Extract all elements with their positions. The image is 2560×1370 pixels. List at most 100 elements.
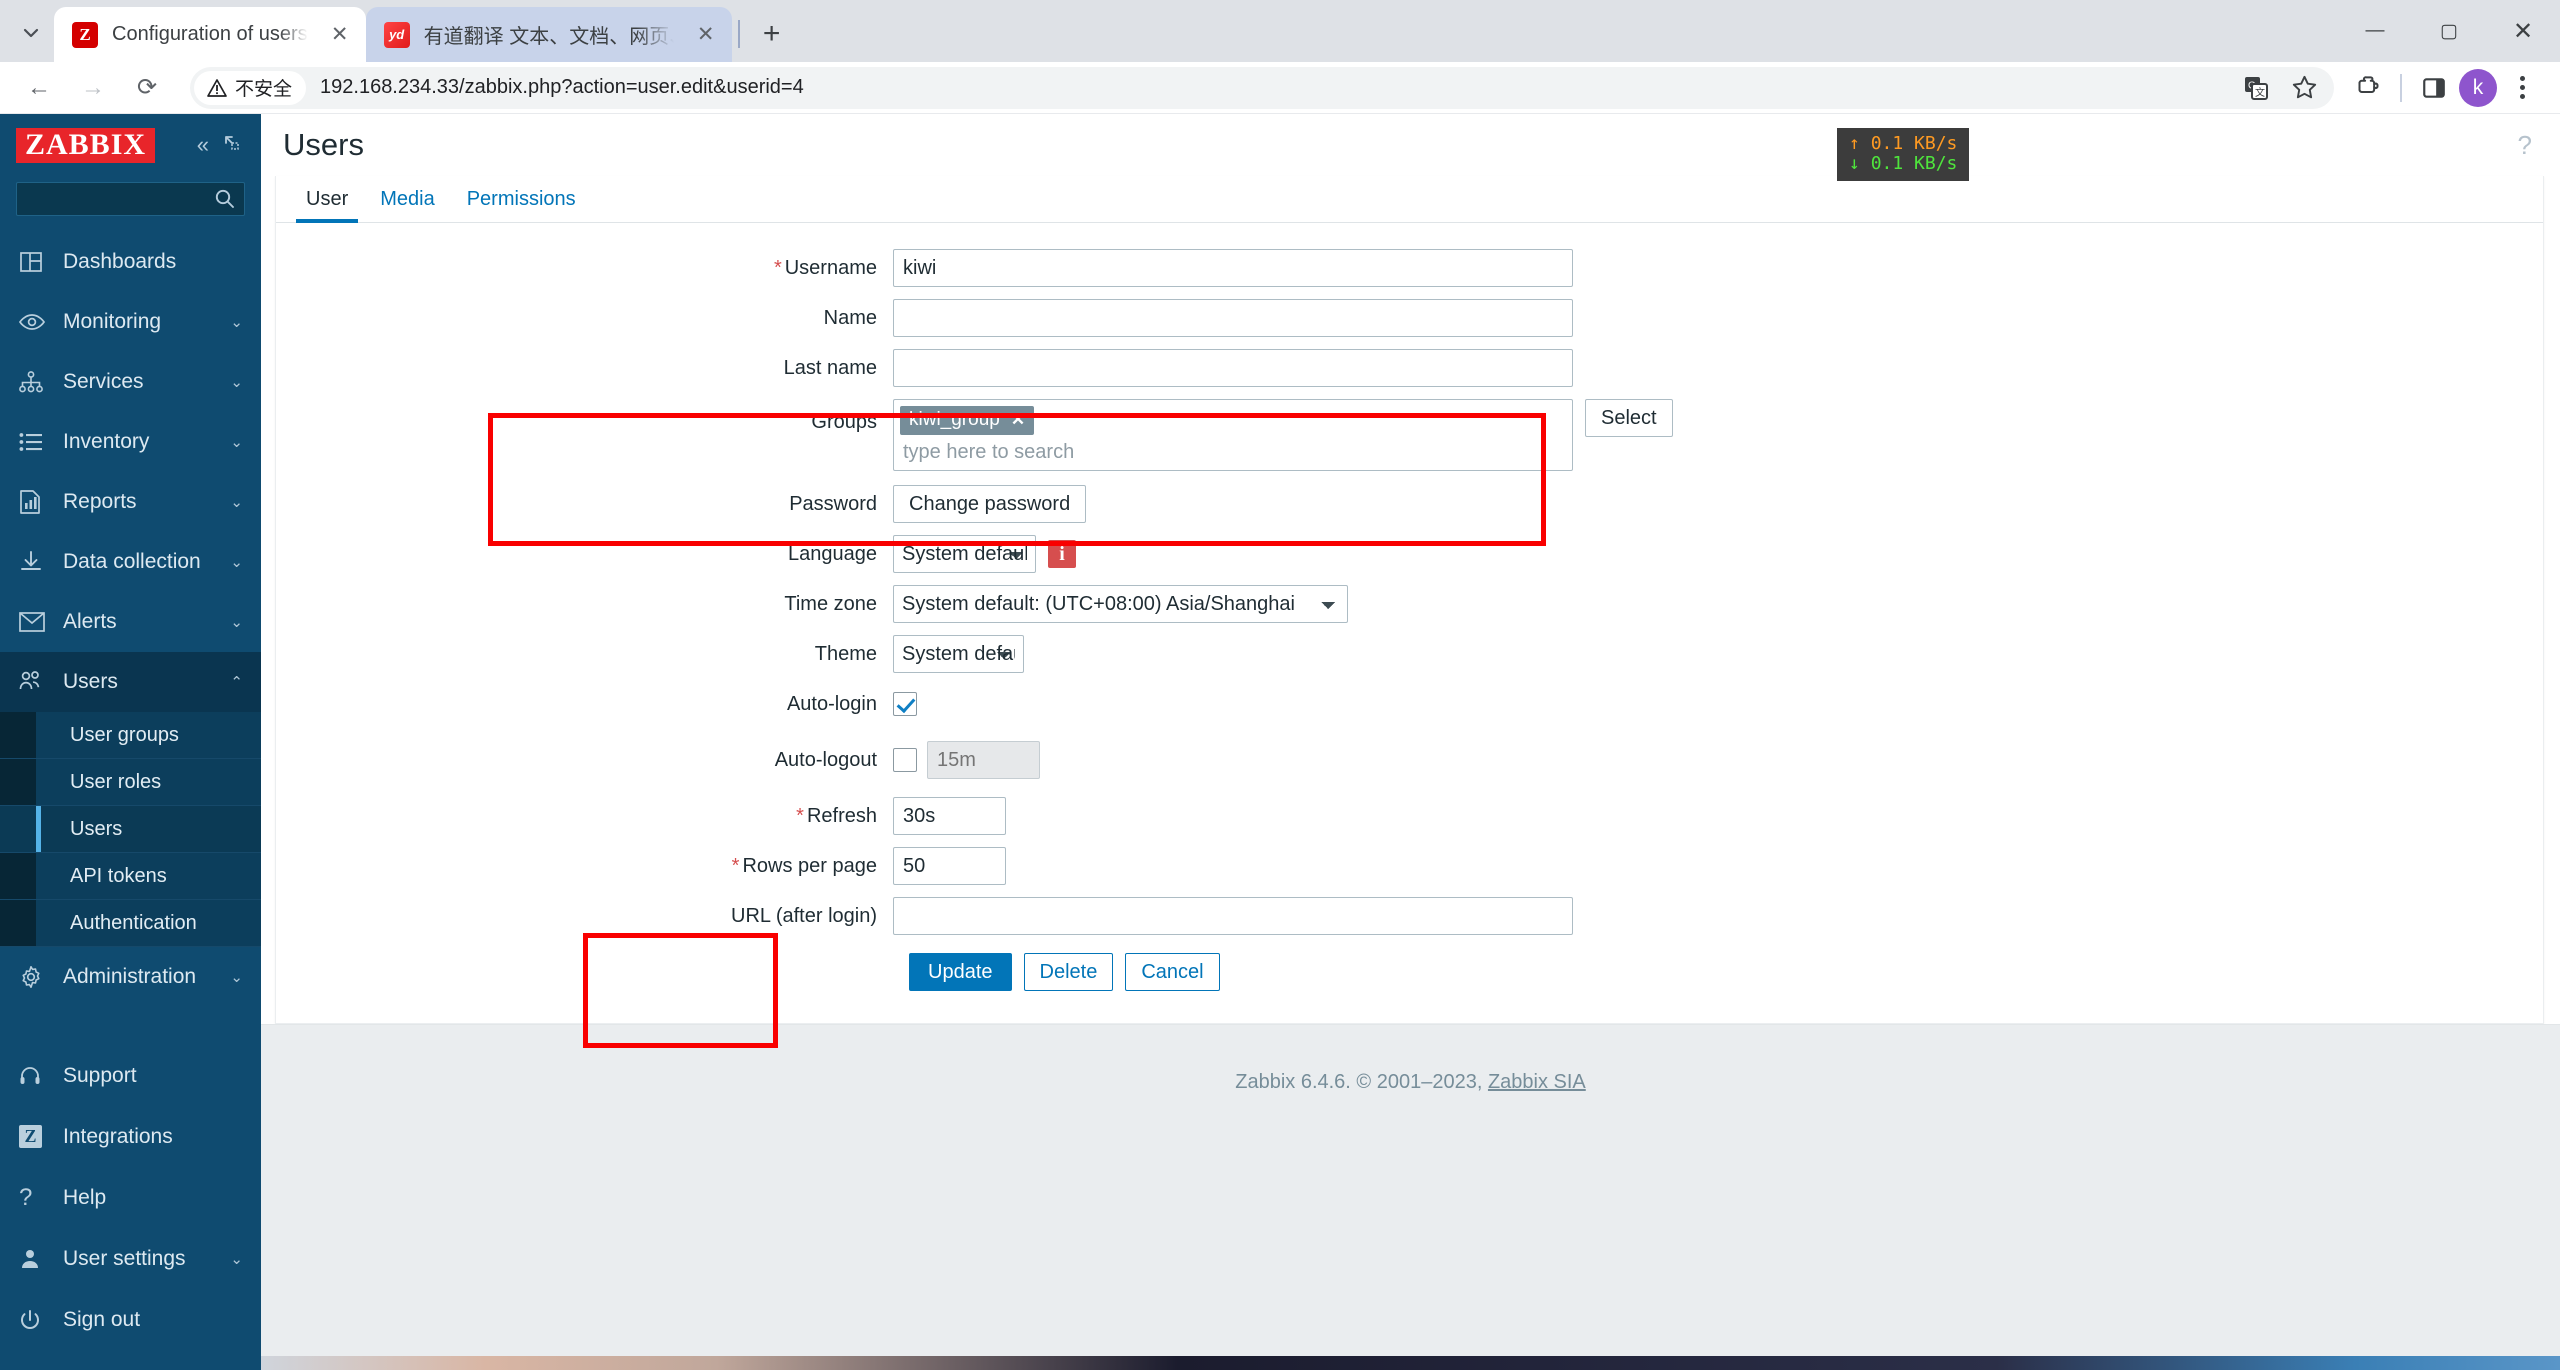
tab-user[interactable]: User <box>290 176 364 223</box>
hide-sidebar-icon[interactable] <box>223 134 241 156</box>
sidebar-subitem-user-groups[interactable]: User groups <box>0 712 261 759</box>
extensions-icon[interactable] <box>2346 66 2390 110</box>
address-bar[interactable]: 不安全 192.168.234.33/zabbix.php?action=use… <box>190 66 2334 110</box>
sidebar-search-wrap <box>0 176 261 232</box>
sidebar-item-support[interactable]: Support <box>0 1045 261 1106</box>
url-after-login-label: URL (after login) <box>731 905 877 927</box>
sidebar-item-administration[interactable]: Administration ⌄ <box>0 947 261 1007</box>
language-label: Language <box>788 543 877 565</box>
sidebar-item-label: Monitoring <box>63 310 162 333</box>
reload-button[interactable]: ⟳ <box>124 65 170 111</box>
change-password-button[interactable]: Change password <box>893 485 1087 523</box>
chevron-down-icon: ⌄ <box>230 1250 243 1268</box>
close-icon[interactable]: ✕ <box>326 21 354 49</box>
theme-label: Theme <box>814 643 877 665</box>
sidebar-subitem-authentication[interactable]: Authentication <box>0 900 261 947</box>
tab-media[interactable]: Media <box>364 176 450 222</box>
sidebar-item-data-collection[interactable]: Data collection ⌄ <box>0 532 261 592</box>
field-row-refresh: * Refresh <box>276 797 2543 835</box>
side-panel-icon[interactable] <box>2412 66 2456 110</box>
sidebar-item-help[interactable]: ? Help <box>0 1167 261 1228</box>
autologout-checkbox[interactable] <box>893 748 917 772</box>
cancel-button[interactable]: Cancel <box>1125 953 1220 991</box>
chrome-menu-icon[interactable] <box>2500 66 2544 110</box>
sidebar-item-alerts[interactable]: Alerts ⌄ <box>0 592 261 652</box>
back-button[interactable]: ← <box>16 65 62 111</box>
submenu-label: User groups <box>70 723 179 746</box>
browser-window: Z Configuration of users ✕ yd 有道翻译 文本、文档… <box>0 0 2560 1370</box>
close-icon[interactable]: ✕ <box>692 21 720 49</box>
groups-multiselect[interactable]: kiwi_group ✕ type here to search <box>893 399 1573 471</box>
translate-icon[interactable]: G 文 <box>2234 66 2278 110</box>
browser-tab-0[interactable]: Z Configuration of users ✕ <box>54 7 366 62</box>
sidebar-subitem-user-roles[interactable]: User roles <box>0 759 261 806</box>
new-tab-button[interactable]: + <box>750 12 794 56</box>
groups-label: Groups <box>811 411 877 433</box>
sidebar-item-users[interactable]: Users ⌃ <box>0 652 261 712</box>
search-input[interactable] <box>16 182 245 216</box>
theme-select[interactable]: System default <box>893 635 1024 673</box>
remove-chip-icon[interactable]: ✕ <box>1011 410 1025 430</box>
sidebar-item-monitoring[interactable]: Monitoring ⌄ <box>0 292 261 352</box>
sidebar-item-reports[interactable]: Reports ⌄ <box>0 472 261 532</box>
sidebar-subitem-users[interactable]: Users <box>0 806 261 853</box>
desktop-taskbar <box>0 1356 2560 1370</box>
language-info-icon[interactable]: i <box>1048 540 1076 568</box>
username-input[interactable] <box>893 249 1573 287</box>
sidebar-item-integrations[interactable]: Z Integrations <box>0 1106 261 1167</box>
eye-icon <box>19 311 53 333</box>
download-speed-row: ↓ 0.1 KB/s <box>1849 154 1959 174</box>
zabbix-sia-link[interactable]: Zabbix SIA <box>1488 1071 1586 1093</box>
autologout-input[interactable] <box>927 741 1040 779</box>
group-chip[interactable]: kiwi_group ✕ <box>900 406 1035 435</box>
sidebar-item-label: Integrations <box>63 1124 173 1148</box>
refresh-input[interactable] <box>893 797 1006 835</box>
collapse-sidebar-icon[interactable]: « <box>197 134 209 156</box>
maximize-button[interactable]: ▢ <box>2412 0 2486 62</box>
tab-permissions[interactable]: Permissions <box>451 176 592 222</box>
help-icon[interactable]: ? <box>2518 130 2532 161</box>
lastname-input[interactable] <box>893 349 1573 387</box>
page-title: Users <box>283 127 364 162</box>
sitemap-icon <box>19 371 53 393</box>
sidebar-item-dashboards[interactable]: Dashboards <box>0 232 261 292</box>
sidebar-item-label: Help <box>63 1185 107 1209</box>
sidebar-item-label: User settings <box>63 1246 186 1270</box>
user-form-card: User Media Permissions * Username kiwi N… <box>275 176 2544 1024</box>
forward-button[interactable]: → <box>70 65 116 111</box>
submenu-label: User roles <box>70 770 162 793</box>
youdao-icon: yd <box>383 21 410 48</box>
envelope-icon <box>19 612 53 632</box>
groups-search-placeholder[interactable]: type here to search <box>900 435 1564 466</box>
autologin-checkbox[interactable] <box>893 692 917 716</box>
tab-search-button[interactable] <box>8 10 54 56</box>
rows-per-page-input[interactable] <box>893 847 1006 885</box>
delete-button[interactable]: Delete <box>1023 953 1114 991</box>
list-icon <box>19 432 53 452</box>
timezone-select[interactable]: System default: (UTC+08:00) Asia/Shangha… <box>893 585 1348 623</box>
select-groups-button[interactable]: Select <box>1585 399 1673 437</box>
sidebar-item-services[interactable]: Services ⌄ <box>0 352 261 412</box>
zabbix-logo[interactable]: ZABBIX <box>16 127 156 163</box>
sidebar-item-user-settings[interactable]: User settings ⌄ <box>0 1228 261 1289</box>
sidebar-item-inventory[interactable]: Inventory ⌄ <box>0 412 261 472</box>
required-marker: * <box>731 855 740 877</box>
language-select[interactable]: System default <box>893 535 1036 573</box>
name-input[interactable] <box>893 299 1573 337</box>
minimize-button[interactable]: — <box>2338 0 2412 62</box>
form-tabs: User Media Permissions <box>276 176 2543 223</box>
profile-avatar[interactable]: k <box>2456 66 2500 110</box>
upload-speed-row: ↑ 0.1 KB/s <box>1849 133 1959 154</box>
zabbix-square-icon: Z <box>19 1125 53 1148</box>
bookmark-star-icon[interactable] <box>2282 66 2326 110</box>
sidebar-item-sign-out[interactable]: Sign out <box>0 1289 261 1350</box>
sidebar-subitem-api-tokens[interactable]: API tokens <box>0 853 261 900</box>
browser-tab-1[interactable]: yd 有道翻译 文本、文档、网页、在 ✕ <box>365 7 732 62</box>
url-after-login-input[interactable] <box>893 897 1573 935</box>
tab-divider <box>737 20 740 48</box>
window-close-button[interactable]: ✕ <box>2486 0 2560 62</box>
security-status-chip[interactable]: 不安全 <box>194 70 307 105</box>
update-button[interactable]: Update <box>909 953 1012 991</box>
gear-icon <box>19 965 53 989</box>
browser-toolbar: ← → ⟳ 不安全 192.168.234.33/zabbix.php?acti… <box>0 62 2560 114</box>
